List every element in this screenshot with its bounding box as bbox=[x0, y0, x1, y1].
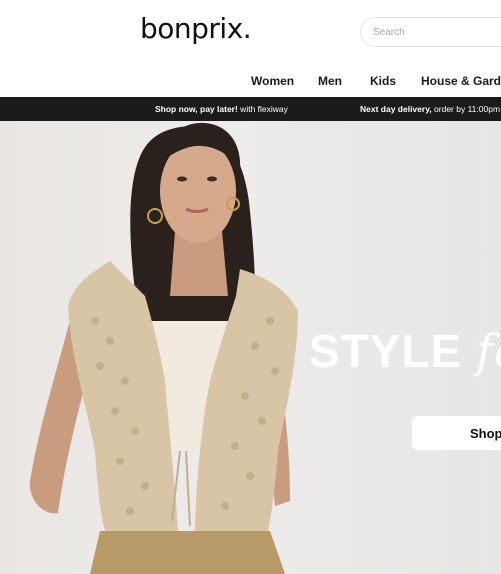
nav-item-house-garden[interactable]: House & Garden bbox=[421, 74, 501, 88]
promo-next-day-bold: Next day delivery, bbox=[360, 104, 432, 114]
main-nav: Women Men Kids House & Garden bbox=[0, 74, 501, 88]
promo-bar: Shop now, pay later! with flexiway Next … bbox=[0, 97, 501, 121]
hero-headline: STYLE fo bbox=[309, 324, 501, 378]
hero-headline-bold: STYLE bbox=[309, 325, 477, 377]
nav-item-kids[interactable]: Kids bbox=[370, 74, 396, 88]
shop-button[interactable]: Shop bbox=[412, 416, 501, 450]
hero-headline-script: fo bbox=[476, 324, 501, 378]
promo-pay-later-bold: Shop now, pay later! bbox=[155, 104, 238, 114]
search-input[interactable] bbox=[360, 17, 501, 47]
promo-next-day[interactable]: Next day delivery, order by 11:00pm bbox=[360, 104, 500, 114]
promo-next-day-rest: order by 11:00pm bbox=[431, 104, 501, 114]
nav-item-men[interactable]: Men bbox=[318, 74, 342, 88]
nav-item-women[interactable]: Women bbox=[251, 74, 294, 88]
promo-pay-later[interactable]: Shop now, pay later! with flexiway bbox=[155, 104, 288, 114]
promo-pay-later-rest: with flexiway bbox=[237, 104, 288, 114]
logo[interactable]: bonprix. bbox=[140, 12, 252, 45]
hero-banner[interactable]: STYLE fo Shop bbox=[0, 121, 501, 574]
